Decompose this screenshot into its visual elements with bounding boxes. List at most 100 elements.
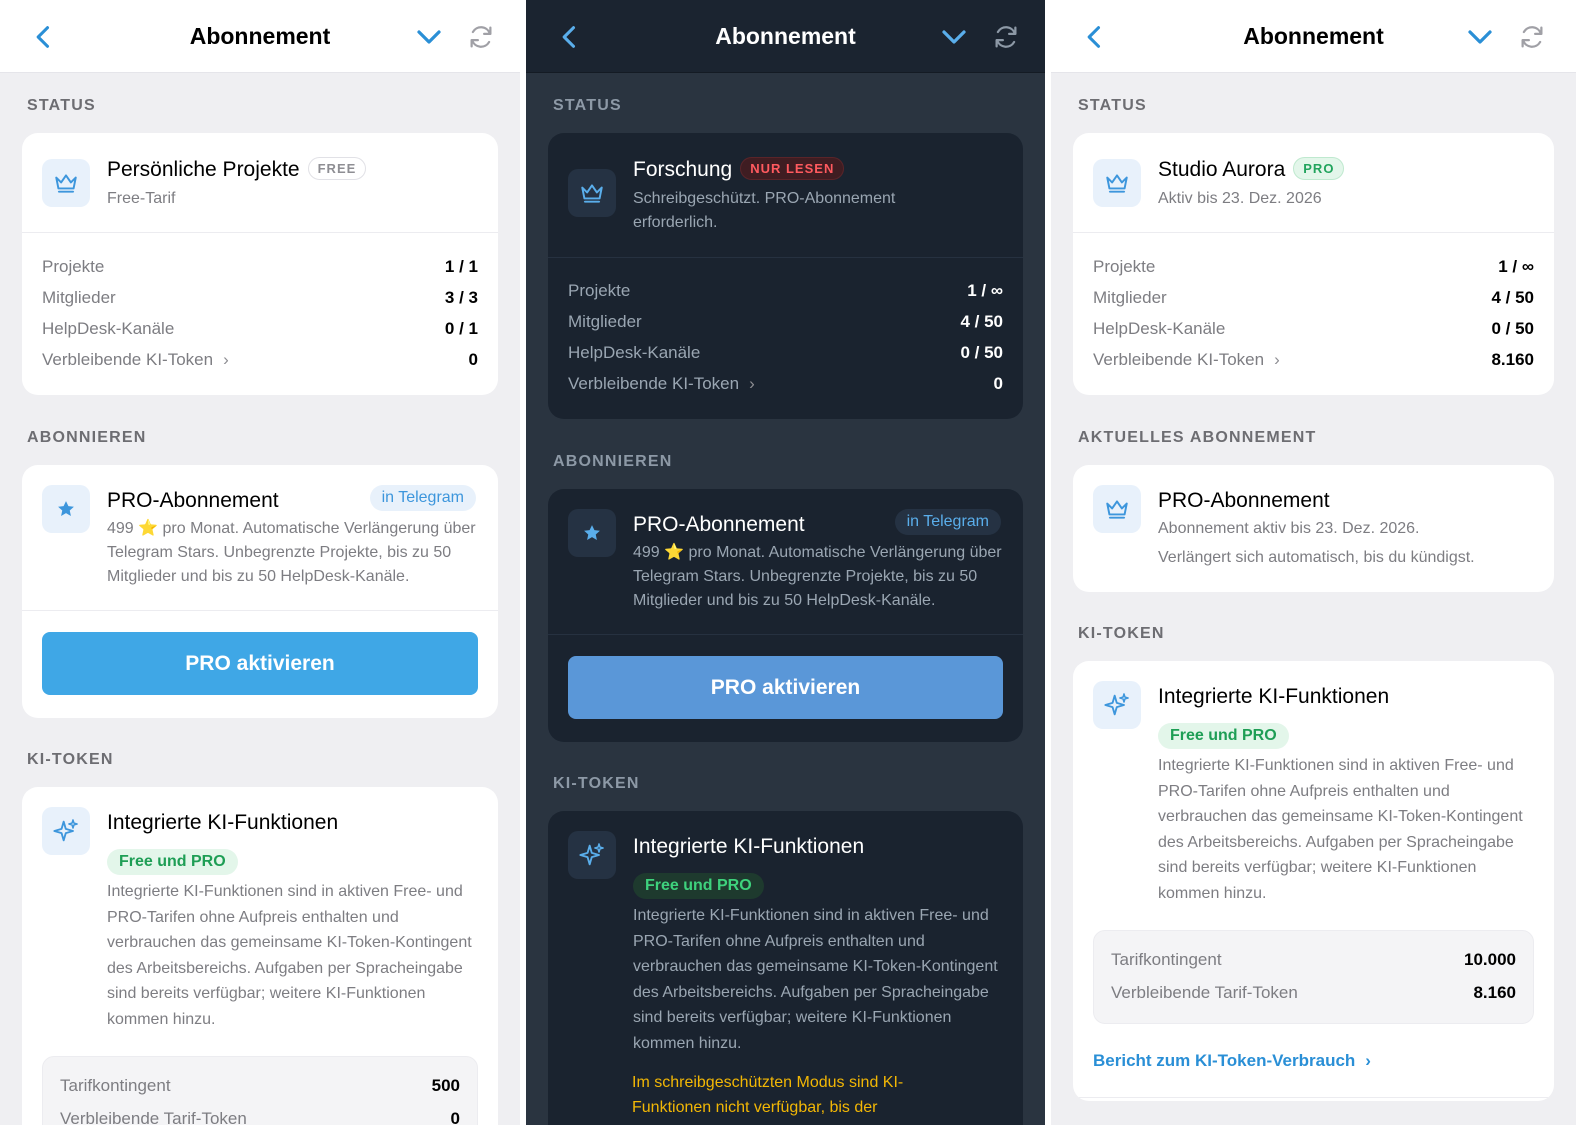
divider <box>1073 232 1554 233</box>
ai-icon-box <box>568 831 616 879</box>
crown-icon <box>581 184 603 203</box>
token-usage-report-link[interactable]: Bericht zum KI-Token-Verbrauch › <box>1093 1051 1371 1071</box>
token-quota-box: Tarifkontingent 500 Verbleibende Tarif-To… <box>42 1056 478 1125</box>
free-pro-tag: Free und PRO <box>107 849 238 875</box>
plan-name: Free-Tarif <box>107 190 176 207</box>
section-status: STATUS <box>553 97 622 114</box>
chevron-down-icon[interactable] <box>414 22 444 52</box>
status-card: Persönliche Projekte FREE Free-Tarif Proj… <box>22 133 498 395</box>
current-active-until: Abonnement aktiv bis 23. Dez. 2026. <box>1158 520 1420 537</box>
refresh-icon[interactable] <box>1517 22 1547 52</box>
section-tokens: KI-TOKEN <box>1078 625 1165 642</box>
pro-description: 499 ⭐ pro Monat. Automatische Verlängeru… <box>633 544 1002 609</box>
ai-icon-box <box>1093 681 1141 729</box>
quota-row: Tarifkontingent 10.000 <box>1111 950 1516 969</box>
ai-title: Integrierte KI-Funktionen <box>107 811 339 834</box>
plan-icon-box <box>1093 485 1141 533</box>
ai-title: Integrierte KI-Funktionen <box>1158 685 1390 708</box>
ai-card: Integrierte KI-Funktionen Free und PRO I… <box>22 787 498 1125</box>
panel-free: Abonnement STATUS Persönliche Projekte FR… <box>0 0 520 1125</box>
workspace-name-row: Persönliche Projekte FREE <box>107 157 367 182</box>
workspace-name: Persönliche Projekte <box>107 158 300 181</box>
current-renewal-note: Verlängert sich automatisch, bis du künd… <box>1158 549 1475 566</box>
section-status: STATUS <box>27 97 96 114</box>
read-only-badge: NUR LESEN <box>740 157 845 180</box>
chevron-down-icon[interactable] <box>1465 22 1495 52</box>
stat-helpdesk: HelpDesk-Kanäle 0 / 50 <box>568 343 1003 362</box>
plan-expiry: Aktiv bis 23. Dez. 2026 <box>1158 190 1322 207</box>
stat-projects: Projekte 1 / 1 <box>42 257 478 276</box>
workspace-name-row: Studio Aurora PRO <box>1158 157 1345 182</box>
panel-read-only: Abonnement STATUS Forschung NUR LESEN Sch… <box>526 0 1045 1125</box>
stat-helpdesk: HelpDesk-Kanäle 0 / 50 <box>1093 319 1534 338</box>
plan-icon-box <box>1093 159 1141 207</box>
telegram-tag: in Telegram <box>894 509 1001 535</box>
divider <box>548 257 1023 258</box>
star-emoji-icon: ⭐ <box>138 520 159 537</box>
header: Abonnement <box>1051 0 1576 73</box>
ai-icon-box <box>42 807 90 855</box>
current-subscription-card: PRO-Abonnement Abonnement aktiv bis 23. … <box>1073 465 1554 592</box>
plan-icon-box <box>568 169 616 217</box>
pro-card: PRO-Abonnement in Telegram 499 ⭐ pro Mon… <box>548 489 1023 742</box>
crown-icon <box>1106 174 1128 193</box>
chevron-down-icon[interactable] <box>939 22 969 52</box>
stat-ai-tokens[interactable]: Verbleibende KI-Token › 0 <box>568 368 1003 399</box>
header: Abonnement <box>526 0 1045 73</box>
sparkles-icon <box>579 843 604 866</box>
stat-members: Mitglieder 3 / 3 <box>42 288 478 307</box>
pro-title: PRO-Abonnement <box>633 513 805 536</box>
remaining-row: Verbleibende Tarif-Token 0 <box>60 1109 460 1125</box>
workspace-name: Studio Aurora <box>1158 158 1286 181</box>
chevron-right-icon: › <box>223 350 229 369</box>
stat-ai-tokens[interactable]: Verbleibende KI-Token › 8.160 <box>1093 344 1534 375</box>
star-icon <box>584 525 600 540</box>
stat-members: Mitglieder 4 / 50 <box>568 312 1003 331</box>
status-card: Forschung NUR LESEN Schreibgeschützt. PRO… <box>548 133 1023 419</box>
status-card: Studio Aurora PRO Aktiv bis 23. Dez. 2026… <box>1073 133 1554 395</box>
stat-members: Mitglieder 4 / 50 <box>1093 288 1534 307</box>
workspace-name-row: Forschung NUR LESEN <box>633 157 845 182</box>
stat-projects: Projekte 1 / ∞ <box>568 281 1003 300</box>
stat-projects: Projekte 1 / ∞ <box>1093 257 1534 276</box>
pro-title: PRO-Abonnement <box>107 489 279 512</box>
activate-pro-button[interactable]: PRO aktivieren <box>568 656 1003 719</box>
section-tokens: KI-TOKEN <box>553 775 640 792</box>
free-pro-tag: Free und PRO <box>1158 723 1289 749</box>
section-subscribe: ABONNIEREN <box>27 429 147 446</box>
pro-description: 499 ⭐ pro Monat. Automatische Verlängeru… <box>107 520 476 585</box>
remaining-row: Verbleibende Tarif-Token 8.160 <box>1111 983 1516 1002</box>
ai-card: Integrierte KI-Funktionen Free und PRO I… <box>1073 661 1554 1101</box>
section-status: STATUS <box>1078 97 1147 114</box>
plan-name: Schreibgeschützt. PRO-Abonnement erforde… <box>633 190 896 231</box>
divider <box>548 634 1023 635</box>
telegram-tag: in Telegram <box>369 485 476 511</box>
crown-icon <box>1106 500 1128 519</box>
activate-pro-button[interactable]: PRO aktivieren <box>42 632 478 695</box>
ai-description: Integrierte KI-Funktionen sind in aktive… <box>633 907 998 1052</box>
crown-icon <box>55 174 77 193</box>
pro-icon-box <box>42 485 90 533</box>
star-icon <box>58 501 74 516</box>
plan-badge: FREE <box>307 157 367 180</box>
plan-badge: PRO <box>1293 157 1345 180</box>
refresh-icon[interactable] <box>466 22 496 52</box>
ai-description: Integrierte KI-Funktionen sind in aktive… <box>107 883 472 1028</box>
chevron-right-icon: › <box>1274 350 1280 369</box>
divider <box>22 610 498 611</box>
stat-ai-tokens[interactable]: Verbleibende KI-Token › 0 <box>42 344 478 375</box>
chevron-right-icon: › <box>749 374 755 393</box>
refresh-icon[interactable] <box>991 22 1021 52</box>
current-title: PRO-Abonnement <box>1158 489 1330 512</box>
ai-title: Integrierte KI-Funktionen <box>633 835 865 858</box>
divider <box>1073 1097 1554 1098</box>
sparkles-icon <box>1104 693 1129 716</box>
divider <box>22 232 498 233</box>
pro-card: PRO-Abonnement in Telegram 499 ⭐ pro Mon… <box>22 465 498 718</box>
section-subscribe: ABONNIEREN <box>553 453 673 470</box>
chevron-right-icon: › <box>1365 1051 1371 1070</box>
section-tokens: KI-TOKEN <box>27 751 114 768</box>
page-title: Abonnement <box>1243 23 1384 49</box>
plan-icon-box <box>42 159 90 207</box>
section-current: AKTUELLES ABONNEMENT <box>1078 429 1317 446</box>
